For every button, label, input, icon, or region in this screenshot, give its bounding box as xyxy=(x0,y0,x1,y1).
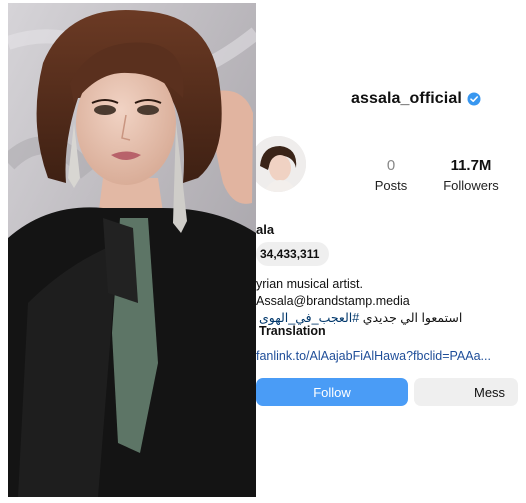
username-row: assala_official xyxy=(351,90,481,108)
profile-username[interactable]: assala_official xyxy=(351,90,462,108)
message-button[interactable]: Mess xyxy=(414,378,518,406)
threads-count: 34,433,311 xyxy=(260,247,320,261)
threads-badge[interactable]: 34,433,311 xyxy=(256,242,330,266)
profile-photo xyxy=(8,3,256,497)
profile-avatar[interactable] xyxy=(256,136,306,192)
posts-label: Posts xyxy=(374,178,408,193)
posts-stat[interactable]: 0 Posts xyxy=(369,157,413,195)
followers-label: Followers xyxy=(443,178,499,193)
see-translation[interactable]: Translation xyxy=(259,324,326,338)
bio-arabic-line: استمعوا الي جديدي #العجب_في_الهوى xyxy=(259,310,462,325)
followers-count: 11.7M xyxy=(450,157,492,174)
bio-email: Assala@brandstamp.media xyxy=(256,294,410,308)
verified-badge-icon xyxy=(467,92,481,106)
bio-hashtag[interactable]: #العجب_في_الهوى xyxy=(259,311,359,325)
posts-count: 0 xyxy=(386,157,396,174)
followers-stat[interactable]: 11.7M Followers xyxy=(430,157,512,195)
screenshot-frame: assala_official 0 Posts 11.7M Followers xyxy=(0,0,526,503)
bio-category: yrian musical artist. xyxy=(256,277,363,291)
profile-external-link[interactable]: fanlink.to/AlAajabFiAlHawa?fbclid=PAAa..… xyxy=(256,349,491,363)
bio-arabic-text: استمعوا الي جديدي xyxy=(362,311,463,325)
instagram-profile-panel: assala_official 0 Posts 11.7M Followers xyxy=(256,68,518,423)
follow-button[interactable]: Follow xyxy=(256,378,408,406)
profile-display-name: ala xyxy=(256,222,275,237)
